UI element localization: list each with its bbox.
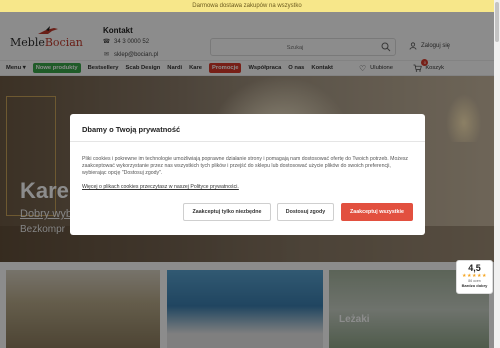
cookie-consent-modal: Dbamy o Twoją prywatność Pliki cookies i…: [70, 114, 425, 235]
cookie-modal-title: Dbamy o Twoją prywatność: [82, 125, 181, 134]
privacy-policy-link[interactable]: Więcej o plikach cookies przeczytasz w n…: [82, 184, 239, 190]
rating-label: Bardzo dobry: [461, 283, 488, 288]
promo-bar: Darmowa dostawa zakupów na wszystko: [0, 0, 494, 12]
scrollbar-thumb[interactable]: [495, 2, 499, 42]
cookie-modal-body: Pliki cookies i pokrewne im technologie …: [82, 156, 409, 176]
divider: [70, 141, 425, 142]
rating-widget[interactable]: 4,5 ★★★★★ 86 ocen Bardzo dobry: [456, 260, 493, 294]
accept-necessary-button[interactable]: Zaakceptuj tylko niezbędne: [183, 203, 271, 221]
accept-all-button[interactable]: Zaakceptuj wszystkie: [341, 203, 413, 221]
rating-score: 4,5: [468, 263, 481, 273]
promo-bar-text: Darmowa dostawa zakupów na wszystko: [192, 3, 302, 9]
page-scrollbar[interactable]: [494, 0, 500, 348]
customize-consents-button[interactable]: Dostosuj zgody: [277, 203, 334, 221]
